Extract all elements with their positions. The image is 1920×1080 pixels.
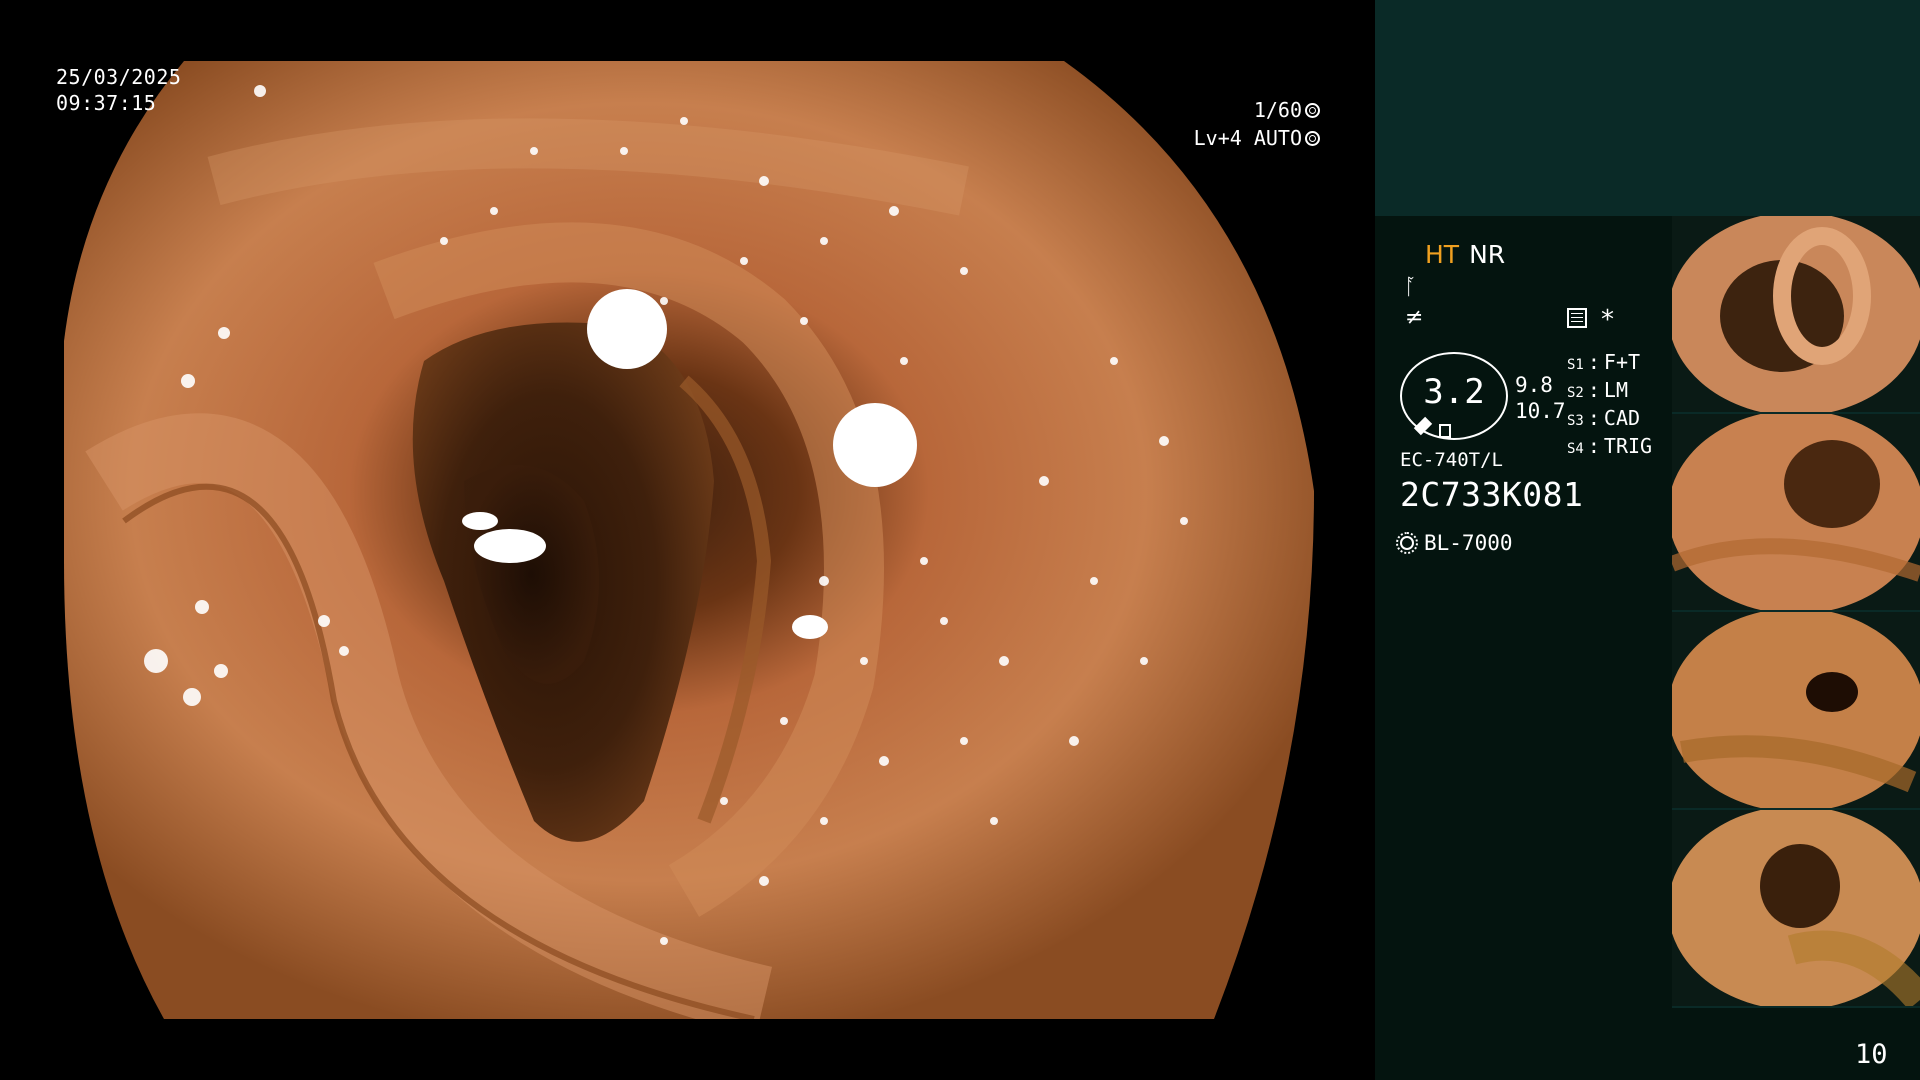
switch-label: S4 xyxy=(1567,441,1584,457)
exposure-level-readout: Lv+4 AUTO xyxy=(1194,125,1320,151)
switch-row: S2: LM xyxy=(1567,378,1652,406)
structure-enhance-icon: ᚪ xyxy=(1404,275,1418,300)
record-grid-icon xyxy=(1567,308,1587,328)
thumbnail-2[interactable] xyxy=(1672,414,1920,612)
thumbnail-3[interactable] xyxy=(1672,612,1920,810)
star-marker: * xyxy=(1601,305,1614,335)
magnification-a: 9.8 xyxy=(1515,373,1553,397)
light-source-label: BL-7000 xyxy=(1424,531,1513,555)
switch-value: F+T xyxy=(1603,350,1641,374)
switch-label: S3 xyxy=(1567,413,1584,429)
magnification-b: 10.7 xyxy=(1515,399,1566,423)
thumbnail-image xyxy=(1672,612,1920,808)
thumbnail-image xyxy=(1672,216,1920,412)
switch-value: LM xyxy=(1603,378,1628,402)
auto-exposure-icon xyxy=(1305,130,1320,146)
date-text: 25/03/2025 xyxy=(56,65,182,89)
switch-value: TRIG xyxy=(1603,434,1653,458)
light-source-icon xyxy=(1396,532,1418,554)
light-source: BL-7000 xyxy=(1396,531,1513,555)
thumbnail-image xyxy=(1672,810,1920,1006)
switch-row: S4: TRIG xyxy=(1567,434,1652,462)
time-text: 09:37:15 xyxy=(56,91,157,115)
scope-serial: 2C733K081 xyxy=(1400,475,1584,514)
thumbnail-4[interactable] xyxy=(1672,810,1920,1008)
page-number: 10 xyxy=(1855,1039,1888,1070)
shutter-value: 1/60 xyxy=(1253,98,1302,122)
bucket-icon xyxy=(1439,424,1451,438)
datetime-readout: 25/03/2025 09:37:15 xyxy=(56,64,181,116)
switch-row: S1: F+T xyxy=(1567,350,1652,378)
scope-switch-list: S1: F+T S2: LM S3: CAD S4: TRIG xyxy=(1567,350,1652,462)
switch-label: S1 xyxy=(1567,357,1584,373)
shutter-readout: 1/60 xyxy=(1254,97,1320,123)
contrast-icon: ≠ xyxy=(1405,305,1424,330)
colon-lumen-image xyxy=(64,61,1314,1019)
shutter-icon xyxy=(1305,102,1320,118)
endoscope-view xyxy=(64,61,1314,1019)
zoom-value: 3.2 xyxy=(1423,372,1485,412)
info-panel: HT NR ᚪ ≠ * 3.2 9.8 10.7 S1: F+T S2: LM S3… xyxy=(1375,0,1920,1080)
mode-nr-label: NR xyxy=(1469,240,1506,269)
panel-header-area xyxy=(1375,0,1920,216)
image-mode: HT NR xyxy=(1425,240,1505,269)
thumbnail-1[interactable] xyxy=(1672,216,1920,414)
scope-model: EC-740T/L xyxy=(1400,449,1503,471)
exposure-level-value: Lv+4 AUTO xyxy=(1193,126,1302,150)
thumbnail-image xyxy=(1672,414,1920,610)
switch-label: S2 xyxy=(1567,385,1584,401)
switch-value: CAD xyxy=(1603,406,1641,430)
switch-row: S3: CAD xyxy=(1567,406,1652,434)
mode-ht-label: HT xyxy=(1425,240,1460,269)
capture-thumbnails xyxy=(1672,216,1920,1008)
